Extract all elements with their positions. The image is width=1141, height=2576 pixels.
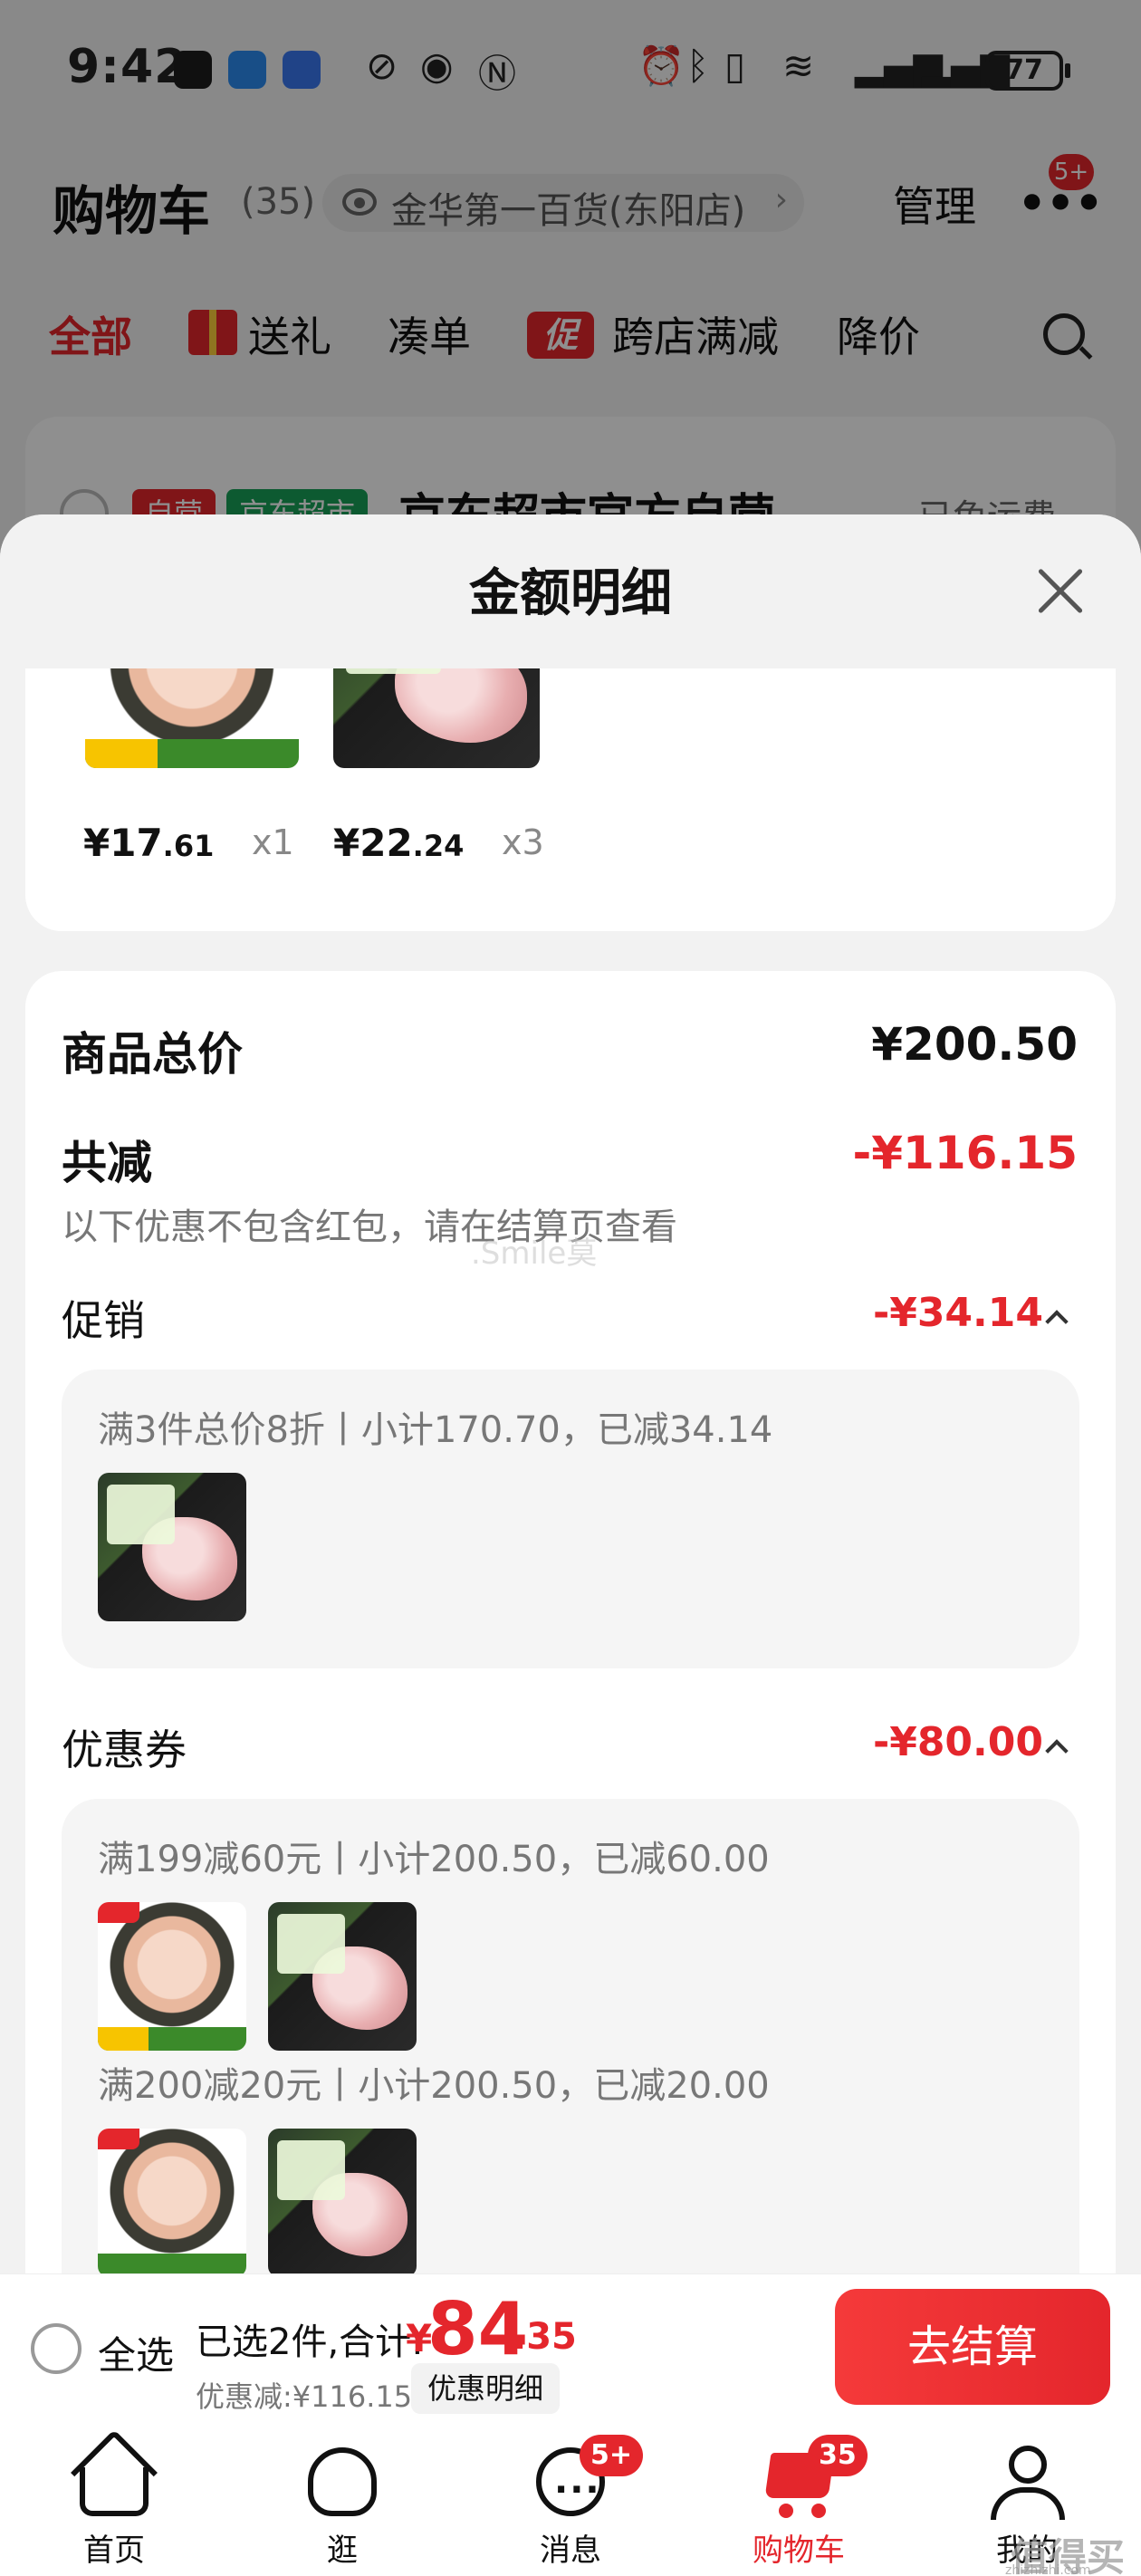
tab-home-label: 首页 bbox=[83, 2533, 145, 2569]
item-price-2: ¥22.24 bbox=[333, 821, 464, 865]
select-all-label[interactable]: 全选 bbox=[98, 2325, 174, 2380]
item-price-2-int: ¥22 bbox=[333, 821, 413, 865]
promo-product-thumb bbox=[98, 1473, 246, 1621]
selected-summary: 已选2件,合计: bbox=[196, 2321, 424, 2363]
home-icon bbox=[80, 2467, 149, 2516]
profile-icon bbox=[991, 2487, 1065, 2520]
tab-home[interactable]: 首页 bbox=[0, 2427, 228, 2576]
goods-total-value: ¥200.50 bbox=[871, 1018, 1078, 1071]
tab-cart-label: 购物车 bbox=[753, 2533, 845, 2569]
tab-cart[interactable]: 35 购物车 bbox=[685, 2427, 913, 2576]
promo-detail-box: 满3件总价8折丨小计170.70，已减34.14 bbox=[62, 1370, 1079, 1668]
total-amount-decimal: .35 bbox=[513, 2316, 577, 2358]
summary-card: 商品总价 ¥200.50 共减 -¥116.15 以下优惠不包含红包，请在结算页… bbox=[25, 971, 1116, 2281]
tab-messages[interactable]: ··· 5+ 消息 bbox=[456, 2427, 685, 2576]
coupon-detail-box: 满199减60元丨小计200.50，已减60.00 满200减20元丨小计200… bbox=[62, 1799, 1079, 2281]
sheet-title: 金额明细 bbox=[469, 564, 672, 623]
item-price-1: ¥17.61 bbox=[83, 821, 214, 865]
coupon-label: 优惠券 bbox=[62, 1725, 187, 1774]
reduce-value: -¥116.15 bbox=[852, 1127, 1079, 1179]
image-watermark: .Smile莫 bbox=[471, 1235, 598, 1272]
coupon-line-2: 满200减20元丨小计200.50，已减20.00 bbox=[98, 2065, 770, 2107]
cart-wheel-icon bbox=[779, 2504, 793, 2518]
thumb-redtag bbox=[98, 1902, 139, 1923]
promo-line: 满3件总价8折丨小计170.70，已减34.14 bbox=[98, 1409, 773, 1451]
item-price-1-dec: .61 bbox=[162, 829, 215, 863]
thumb-label bbox=[276, 1914, 346, 1974]
coupon-value[interactable]: -¥80.00 bbox=[873, 1719, 1043, 1765]
select-all-radio[interactable] bbox=[31, 2323, 82, 2374]
tab-messages-label: 消息 bbox=[540, 2533, 601, 2569]
corner-watermark-url: zhizhizhi.com bbox=[1005, 2563, 1091, 2576]
cart-wheel-icon bbox=[811, 2504, 826, 2518]
close-icon[interactable] bbox=[1029, 560, 1092, 623]
goods-total-label: 商品总价 bbox=[62, 1028, 243, 1081]
profile-icon-head bbox=[1009, 2446, 1047, 2484]
coupon-product-thumb-chicken bbox=[98, 1902, 246, 2051]
collapse-coupon-icon[interactable] bbox=[1045, 1739, 1069, 1763]
item-qty-1: x1 bbox=[252, 822, 294, 862]
thumb-pack-tag bbox=[98, 2026, 149, 2051]
coupon-product-thumb-chicken-2 bbox=[98, 2129, 246, 2277]
explore-icon bbox=[308, 2447, 377, 2516]
cart-badge: 35 bbox=[808, 2435, 868, 2476]
bottom-tab-bar: 首页 逛 ··· 5+ 消息 35 购物车 我的 bbox=[0, 2427, 1141, 2576]
tab-explore[interactable]: 逛 bbox=[228, 2427, 456, 2576]
promo-label: 促销 bbox=[62, 1296, 145, 1345]
amount-detail-sheet: ¥17.61 x1 ¥22.24 x3 金额明细 商品总价 ¥200.50 共减… bbox=[0, 514, 1141, 2281]
thumb-label bbox=[276, 2140, 346, 2200]
reduce-label: 共减 bbox=[62, 1137, 152, 1189]
sheet-header: 金额明细 bbox=[0, 514, 1141, 668]
promo-value[interactable]: -¥34.14 bbox=[873, 1290, 1043, 1336]
coupon-product-thumb-pork-2 bbox=[268, 2129, 417, 2277]
discount-summary: 优惠减:¥116.15 bbox=[196, 2379, 413, 2414]
item-price-2-dec: .24 bbox=[412, 829, 465, 863]
item-qty-2: x3 bbox=[502, 822, 544, 862]
thumb-label bbox=[106, 1485, 176, 1544]
coupon-product-thumb-pork bbox=[268, 1902, 417, 2051]
messages-badge: 5+ bbox=[580, 2435, 644, 2476]
checkout-button[interactable]: 去结算 bbox=[835, 2289, 1110, 2405]
checkout-bar: 全选 已选2件,合计: ¥ 84 .35 优惠减:¥116.15 优惠明细 去结… bbox=[0, 2273, 1141, 2427]
coupon-line-1: 满199减60元丨小计200.50，已减60.00 bbox=[98, 1839, 770, 1880]
thumb-redtag bbox=[98, 2129, 139, 2149]
item-price-1-int: ¥17 bbox=[83, 821, 163, 865]
discount-detail-button[interactable]: 优惠明细 bbox=[411, 2363, 561, 2414]
collapse-promo-icon[interactable] bbox=[1045, 1310, 1069, 1333]
thumb-pack-tag bbox=[85, 739, 158, 768]
screen: 9:42 ⊘ ◉ Ⓝ ⏰ ᛒ ▯ ≋ ▂▄▆ ▂▄▆ 77 购物车 (35) 金… bbox=[0, 0, 1141, 2576]
tab-explore-label: 逛 bbox=[327, 2533, 358, 2569]
